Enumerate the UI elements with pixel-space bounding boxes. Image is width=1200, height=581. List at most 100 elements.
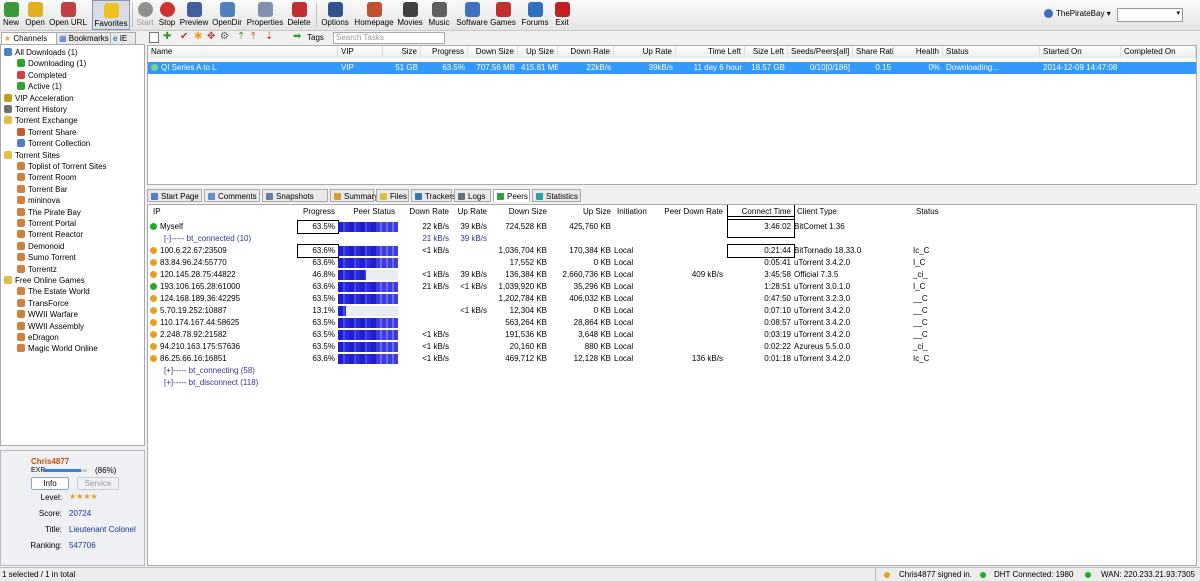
filter-icon[interactable]: ✱ <box>194 31 202 42</box>
tree-item[interactable]: Active (1) <box>17 81 62 92</box>
tree-item[interactable]: Torrent Sites <box>4 150 60 161</box>
peer-column-header[interactable]: Client Type <box>794 205 904 219</box>
peer-row[interactable]: 124.168.189.36:42295 63.5% 1,202,784 KB 406… <box>148 293 1196 305</box>
tree-item[interactable]: mininova <box>17 195 60 206</box>
tags-label[interactable]: Tags <box>307 33 324 42</box>
tools-icon[interactable]: ✥ <box>207 31 215 42</box>
web-search-input[interactable]: ▾ <box>1117 8 1183 22</box>
peer-row[interactable]: 5.70.19.252:10887 13.1% <1 kB/s 12,304 KB 0 … <box>148 305 1196 317</box>
task-column-header[interactable]: Completed On <box>1121 46 1196 58</box>
tree-item[interactable]: Completed <box>17 70 67 81</box>
move-up-icon[interactable]: ⇡ <box>237 31 245 42</box>
peer-column-header[interactable]: Up Size <box>552 205 614 219</box>
peer-row-myself[interactable]: Myself 63.5% 22 kB/s 39 kB/s 724,528 KB 425,7… <box>148 216 1196 238</box>
toolbar-button-homepage[interactable]: Homepage <box>354 0 394 30</box>
tree-item[interactable]: Torrent History <box>4 104 67 115</box>
toolbar-button-new[interactable]: New <box>0 0 22 30</box>
task-column-header[interactable]: Seeds/Peers[all] <box>788 46 853 58</box>
task-column-header[interactable]: Size <box>383 46 421 58</box>
task-view-icon[interactable] <box>149 32 159 43</box>
tree-item[interactable]: Free Online Games <box>4 275 85 286</box>
tree-item[interactable]: Sumo Torrent <box>17 252 76 263</box>
tree-item[interactable]: The Pirate Bay <box>17 207 81 218</box>
peer-row[interactable]: 86.25.66.16:16851 63.6% <1 kB/s 469,712 KB 1… <box>148 353 1196 365</box>
task-column-header[interactable]: Started On <box>1040 46 1121 58</box>
move-down-icon[interactable]: ⇣ <box>265 31 273 42</box>
tab-files[interactable]: Files <box>376 189 409 202</box>
tree-item[interactable]: The Estate World <box>17 286 90 297</box>
tab-start-page[interactable]: Start Page <box>147 189 202 202</box>
peer-column-header[interactable]: IP <box>150 205 290 219</box>
settings-icon[interactable]: ⚙ <box>220 31 229 42</box>
toolbar-button-open-url[interactable]: Open URL <box>48 0 88 30</box>
task-column-header[interactable]: Name <box>148 46 338 58</box>
task-column-header[interactable]: Status <box>943 46 1040 58</box>
peer-row[interactable]: 110.174.167.44:58625 63.5% 563,264 KB 28,86… <box>148 317 1196 329</box>
profile-info-tab[interactable]: Info <box>31 477 69 490</box>
toolbar-button-start[interactable]: Start <box>134 0 156 30</box>
tree-item[interactable]: Torrentz <box>17 264 57 275</box>
peer-column-header[interactable]: Up Rate <box>454 205 490 219</box>
task-search-input[interactable]: Search Tasks <box>333 32 445 44</box>
peer-row[interactable]: 83.84.96.24:55770 63.6% 17,552 KB 0 KB Local… <box>148 257 1196 269</box>
toolbar-button-favorites[interactable]: Favorites <box>92 0 130 30</box>
peer-row[interactable]: 193.106.165.28:61000 63.6% 21 kB/s <1 kB/s 1… <box>148 281 1196 293</box>
task-row[interactable]: QI Series A to L VIP 51 GB 63.5% 707.56 MB 41… <box>148 62 1196 74</box>
task-column-header[interactable]: Up Rate <box>614 46 676 58</box>
tree-item[interactable]: WWII Warfare <box>17 309 78 320</box>
tab-trackers[interactable]: Trackers <box>411 189 456 202</box>
peer-column-header[interactable]: Initiation <box>614 205 654 219</box>
tree-item[interactable]: Magic World Online <box>17 343 98 354</box>
tab-logs[interactable]: Logs <box>454 189 491 202</box>
peer-row[interactable]: 94.210.163.175:57636 63.5% <1 kB/s 20,160 K… <box>148 341 1196 353</box>
tab-summary[interactable]: Summary <box>330 189 378 202</box>
peer-column-header[interactable]: Peer Down Rate <box>654 205 726 219</box>
peer-row[interactable]: 2.248.78.92:21582 63.5% <1 kB/s 191,536 KB 3… <box>148 329 1196 341</box>
peer-group-disconnect[interactable]: [+]----- bt_disconnect (118) <box>148 377 1196 389</box>
task-column-header[interactable]: Down Rate <box>558 46 614 58</box>
peer-column-header[interactable]: Down Size <box>492 205 550 219</box>
task-column-header[interactable]: VIP <box>338 46 383 58</box>
peer-column-header[interactable]: Peer Status <box>338 205 398 219</box>
tree-item[interactable]: TransForce <box>17 298 69 309</box>
toolbar-button-preview[interactable]: Preview <box>179 0 209 30</box>
tree-item[interactable]: Torrent Share <box>17 127 76 138</box>
peer-column-header[interactable]: Status <box>913 205 993 219</box>
profile-service-tab[interactable]: Service <box>77 477 119 490</box>
tree-item[interactable]: Torrent Portal <box>17 218 76 229</box>
tree-item[interactable]: Demonoid <box>17 241 64 252</box>
tab-peers[interactable]: Peers <box>493 189 530 202</box>
toolbar-button-exit[interactable]: Exit <box>552 0 572 30</box>
task-column-header[interactable]: Progress <box>421 46 468 58</box>
tree-item[interactable]: All Downloads (1) <box>4 47 78 58</box>
tree-item[interactable]: Torrent Exchange <box>4 115 78 126</box>
tab-ie[interactable]: e IE <box>110 32 136 44</box>
tab-comments[interactable]: Comments <box>204 189 260 202</box>
peer-column-header[interactable]: Progress <box>298 205 338 219</box>
tree-item[interactable]: Downloading (1) <box>17 58 86 69</box>
task-column-header[interactable]: Down Size <box>468 46 518 58</box>
tree-item[interactable]: Torrent Reactor <box>17 229 83 240</box>
task-column-header[interactable]: Health <box>894 46 943 58</box>
tab-channels[interactable]: ★ Channels <box>1 32 57 44</box>
toolbar-button-open[interactable]: Open <box>22 0 48 30</box>
toolbar-button-software[interactable]: Software <box>455 0 489 30</box>
task-column-header[interactable]: Time Left <box>676 46 745 58</box>
toolbar-button-forums[interactable]: Forums <box>520 0 550 30</box>
toolbar-button-properties[interactable]: Properties <box>246 0 284 30</box>
toolbar-button-games[interactable]: Games <box>490 0 516 30</box>
site-selector[interactable]: ThePirateBay ▾ <box>1044 9 1111 19</box>
check-icon[interactable]: ✔ <box>180 31 188 42</box>
add-task-icon[interactable]: ✚ <box>163 31 171 42</box>
toolbar-button-options[interactable]: Options <box>318 0 352 30</box>
tree-item[interactable]: eDragon <box>17 332 59 343</box>
tree-item[interactable]: WWII Assembly <box>17 321 84 332</box>
task-column-header[interactable]: Size Left <box>745 46 788 58</box>
tree-item[interactable]: Torrent Room <box>17 172 76 183</box>
peer-row[interactable]: 120.145.28.75:44822 46.8% <1 kB/s 39 kB/s 13… <box>148 269 1196 281</box>
peer-group-connecting[interactable]: [+]----- bt_connecting (58) <box>148 365 1196 377</box>
move-top-icon[interactable]: ⤒ <box>251 31 255 42</box>
toolbar-button-movies[interactable]: Movies <box>397 0 423 30</box>
peer-column-header[interactable]: Down Rate <box>404 205 452 219</box>
tags-icon[interactable]: ➡ <box>293 31 301 42</box>
